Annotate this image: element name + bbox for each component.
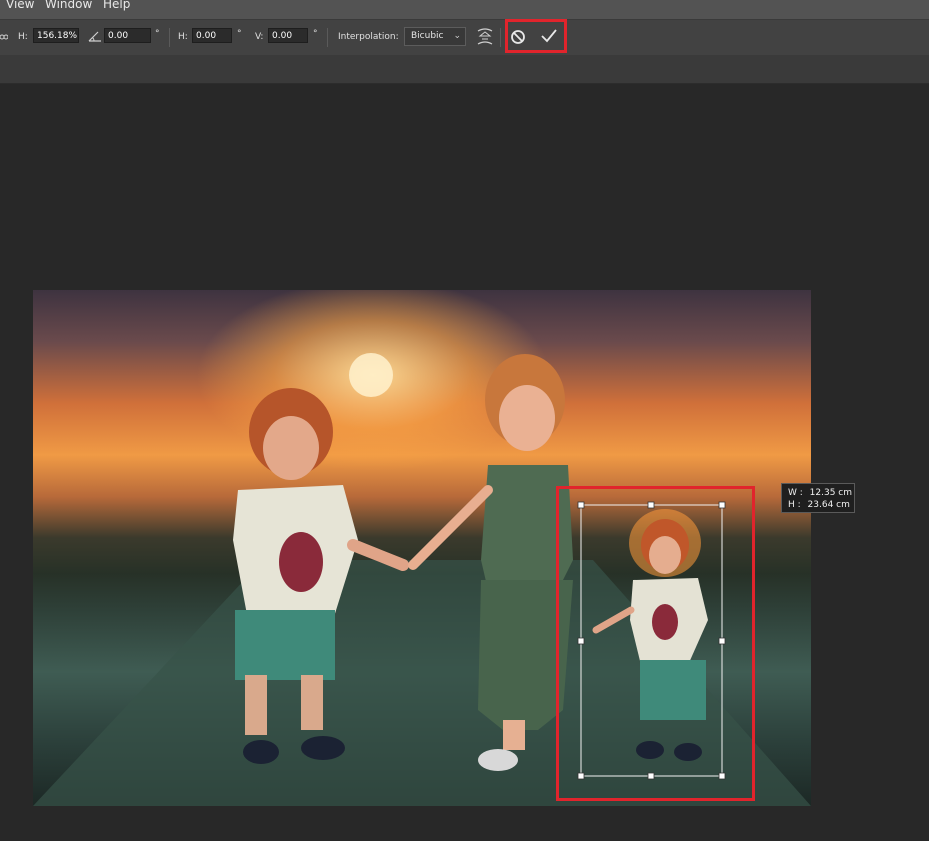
tooltip-width-label: W : [788, 488, 803, 498]
transform-size-tooltip: W : 12.35 cm H : 23.64 cm [781, 483, 855, 513]
height-scale-label: H: [18, 32, 28, 42]
commit-cancel-highlight [505, 19, 567, 53]
chevron-down-icon: ⌄ [453, 31, 461, 41]
tooltip-width-row: W : 12.35 cm [788, 487, 854, 499]
menu-help[interactable]: Help [103, 0, 130, 11]
menu-view[interactable]: View [6, 0, 34, 11]
skew-v-input[interactable]: 0.00 [268, 28, 308, 43]
skew-h-degree-symbol: ° [237, 29, 242, 39]
tooltip-height-label: H : [788, 500, 801, 510]
separator [500, 28, 501, 47]
skew-v-degree-symbol: ° [313, 29, 318, 39]
skew-h-input[interactable]: 0.00 [192, 28, 232, 43]
rotation-degree-symbol: ° [155, 29, 160, 39]
separator [327, 28, 328, 47]
separator [169, 28, 170, 47]
tooltip-height-row: H : 23.64 cm [788, 499, 854, 511]
tooltip-width-value: 12.35 cm [809, 488, 853, 498]
link-icon[interactable] [0, 33, 8, 41]
warp-icon[interactable] [476, 27, 494, 47]
skew-h-label: H: [178, 32, 188, 42]
menu-bar: View Window Help [0, 0, 929, 19]
skew-v-label: V: [255, 32, 264, 42]
interpolation-value: Bicubic [411, 31, 444, 41]
height-scale-input[interactable]: 156.18% [33, 28, 79, 43]
angle-icon [88, 31, 101, 42]
options-bar: H: 156.18% 0.00 ° H: 0.00 ° V: 0.00 ° In… [0, 19, 929, 56]
menu-window[interactable]: Window [45, 0, 92, 11]
tooltip-height-value: 23.64 cm [807, 500, 850, 510]
interpolation-label: Interpolation: [338, 32, 399, 42]
interpolation-select[interactable]: Bicubic ⌄ [404, 27, 466, 46]
rotation-angle-input[interactable]: 0.00 [104, 28, 151, 43]
transformed-layer-highlight [556, 486, 755, 801]
document-tab-bar [0, 55, 929, 84]
